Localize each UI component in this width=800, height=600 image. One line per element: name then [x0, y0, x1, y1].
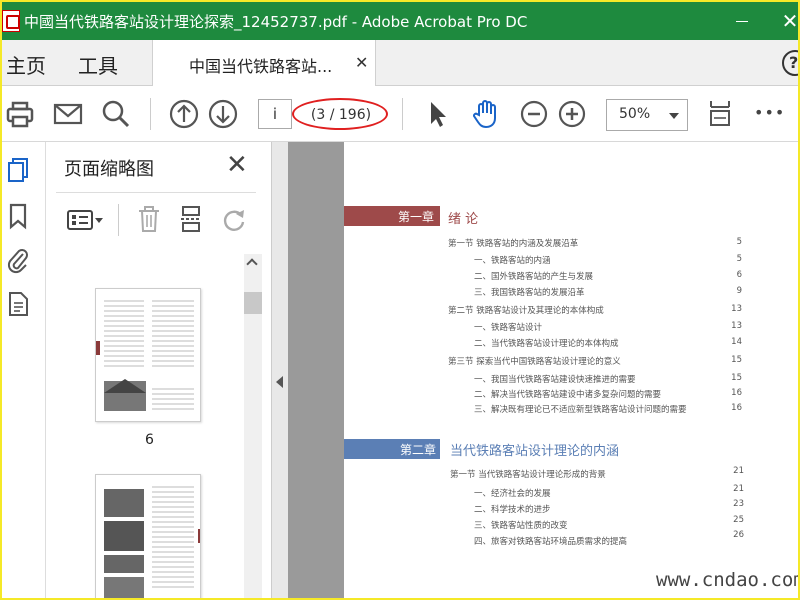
panel-separator — [118, 204, 119, 236]
toc-page: 21 — [733, 484, 744, 494]
toc-entry[interactable]: 二、当代铁路客站设计理论的本体构成 — [474, 337, 619, 349]
page-number-input[interactable]: i — [258, 99, 292, 129]
email-icon[interactable] — [52, 98, 84, 130]
thumbnail-page-label: 6 — [145, 432, 154, 448]
toolbar-separator — [402, 98, 403, 130]
page-thumbnails-icon[interactable] — [6, 156, 30, 184]
toc-entry[interactable]: 三、铁路客站性质的改变 — [474, 519, 568, 531]
scroll-up-icon[interactable] — [246, 258, 258, 270]
chapter-label: 第二章 — [400, 443, 437, 457]
window-title: 中國当代铁路客站设计理论探索_12452737.pdf - Adobe Acro… — [24, 13, 528, 31]
toc-page: 21 — [733, 466, 744, 476]
page-thumbnail[interactable] — [95, 474, 201, 598]
chapter-band: 第一章 — [344, 206, 440, 226]
panel-title: 页面缩略图 — [64, 159, 154, 180]
panel-divider — [56, 192, 256, 193]
page-thumbnail[interactable] — [95, 288, 201, 422]
tab-document[interactable]: 中国当代铁路客站... ✕ — [152, 40, 376, 86]
toc-entry[interactable]: 一、铁路客站的内涵 — [474, 254, 551, 266]
acrobat-window: 中國当代铁路客站设计理论探索_12452737.pdf - Adobe Acro… — [0, 0, 800, 600]
extract-pages-icon[interactable] — [178, 204, 204, 234]
toc-entry[interactable]: 四、旅客对铁路客站环境品质需求的提高 — [474, 535, 627, 547]
tab-bar: 主页 工具 中国当代铁路客站... ✕ ? — [2, 40, 798, 86]
toc-page: 15 — [731, 373, 742, 383]
chevron-down-icon — [669, 113, 679, 119]
close-panel-button[interactable]: ✕ — [226, 150, 248, 180]
navigation-rail — [2, 142, 46, 598]
zoom-in-icon[interactable] — [556, 98, 588, 130]
thumbnail-page-image — [96, 300, 194, 411]
site-watermark: www.cndao.com — [656, 569, 800, 591]
pdf-page: 第一章 绪 论 第一节 铁路客站的内涵及发展沿革 5 一、铁路客站的内涵 5 二… — [344, 142, 798, 598]
main-toolbar: i (3 / 196) 50% ••• — [2, 86, 798, 142]
toc-entry[interactable]: 第三节 探索当代中国铁路客站设计理论的意义 — [448, 355, 621, 367]
toc-entry[interactable]: 二、国外铁路客站的产生与发展 — [474, 270, 593, 282]
scroll-thumb[interactable] — [244, 292, 262, 314]
toc-entry[interactable]: 一、我国当代铁路客站建设快速推进的需要 — [474, 373, 636, 385]
panel-toolbar — [56, 200, 256, 240]
chapter-label: 第一章 — [398, 210, 435, 224]
attachment-icon[interactable] — [6, 246, 30, 274]
highlight-ring — [292, 98, 388, 130]
document-view[interactable]: 第一章 绪 论 第一节 铁路客站的内涵及发展沿革 5 一、铁路客站的内涵 5 二… — [288, 142, 798, 598]
toc-page: 23 — [733, 499, 744, 509]
title-bar: 中國当代铁路客站设计理论探索_12452737.pdf - Adobe Acro… — [2, 2, 798, 40]
toc-page: 5 — [736, 237, 742, 247]
chapter-title: 绪 论 — [448, 212, 479, 227]
toc-entry[interactable]: 二、科学技术的进步 — [474, 503, 551, 515]
thumbnail-options-icon[interactable] — [66, 208, 104, 232]
toc-entry[interactable]: 二、解决当代铁路客站建设中诸多复杂问题的需要 — [474, 388, 661, 400]
fit-page-icon[interactable] — [704, 98, 736, 130]
toc-page: 14 — [731, 337, 742, 347]
hand-tool-icon[interactable] — [470, 98, 502, 130]
toc-page: 13 — [731, 304, 742, 314]
bookmark-icon[interactable] — [6, 202, 30, 230]
tab-tools[interactable]: 工具 — [78, 50, 118, 79]
toc-page: 5 — [736, 254, 742, 264]
panel-collapse-handle[interactable] — [272, 142, 288, 598]
chapter-title: 当代铁路客站设计理论的内涵 — [450, 444, 620, 459]
toc-page: 13 — [731, 321, 742, 331]
zoom-out-icon[interactable] — [518, 98, 550, 130]
toc-page: 16 — [731, 388, 742, 398]
toc-page: 15 — [731, 355, 742, 365]
toc-page: 6 — [736, 270, 742, 280]
more-tools-icon[interactable]: ••• — [754, 103, 785, 122]
minimize-button[interactable] — [722, 8, 762, 34]
delete-page-icon[interactable] — [136, 204, 162, 234]
toc-entry[interactable]: 第一节 铁路客站的内涵及发展沿革 — [448, 237, 578, 249]
toc-entry[interactable]: 一、铁路客站设计 — [474, 321, 542, 333]
tab-close-button[interactable]: ✕ — [355, 53, 368, 72]
document-properties-icon[interactable] — [6, 290, 30, 318]
chapter-band: 第二章 — [344, 439, 440, 459]
help-button[interactable]: ? — [782, 50, 798, 76]
select-cursor-icon[interactable] — [422, 98, 454, 130]
toc-entry[interactable]: 第二节 铁路客站设计及其理论的本体构成 — [448, 304, 604, 316]
thumbnail-page-image — [104, 486, 200, 598]
toc-page: 25 — [733, 515, 744, 525]
previous-page-icon[interactable] — [168, 98, 200, 130]
toc-entry[interactable]: 三、我国铁路客站的发展沿革 — [474, 286, 585, 298]
zoom-value: 50% — [619, 106, 651, 122]
toc-entry[interactable]: 三、解决既有理论已不适应新型铁路客站设计问题的需要 — [474, 403, 687, 415]
zoom-select[interactable]: 50% — [606, 99, 688, 131]
tab-document-label: 中国当代铁路客站... — [189, 57, 333, 76]
toc-entry[interactable]: 一、经济社会的发展 — [474, 487, 551, 499]
toc-page: 16 — [731, 403, 742, 413]
collapse-left-icon — [276, 376, 283, 388]
acrobat-app-icon — [2, 10, 20, 32]
toolbar-separator — [150, 98, 151, 130]
toc-page: 26 — [733, 530, 744, 540]
close-window-button[interactable]: ✕ — [770, 8, 798, 34]
print-icon[interactable] — [4, 98, 36, 130]
thumbnail-scrollbar[interactable] — [244, 254, 262, 598]
tab-home[interactable]: 主页 — [6, 50, 46, 79]
next-page-icon[interactable] — [207, 98, 239, 130]
toc-entry[interactable]: 第一节 当代铁路客站设计理论形成的背景 — [450, 468, 606, 480]
toc-page: 9 — [736, 286, 742, 296]
search-icon[interactable] — [100, 98, 132, 130]
rotate-page-icon[interactable] — [220, 206, 248, 234]
thumbnail-panel: 页面缩略图 ✕ 6 — [46, 142, 272, 598]
